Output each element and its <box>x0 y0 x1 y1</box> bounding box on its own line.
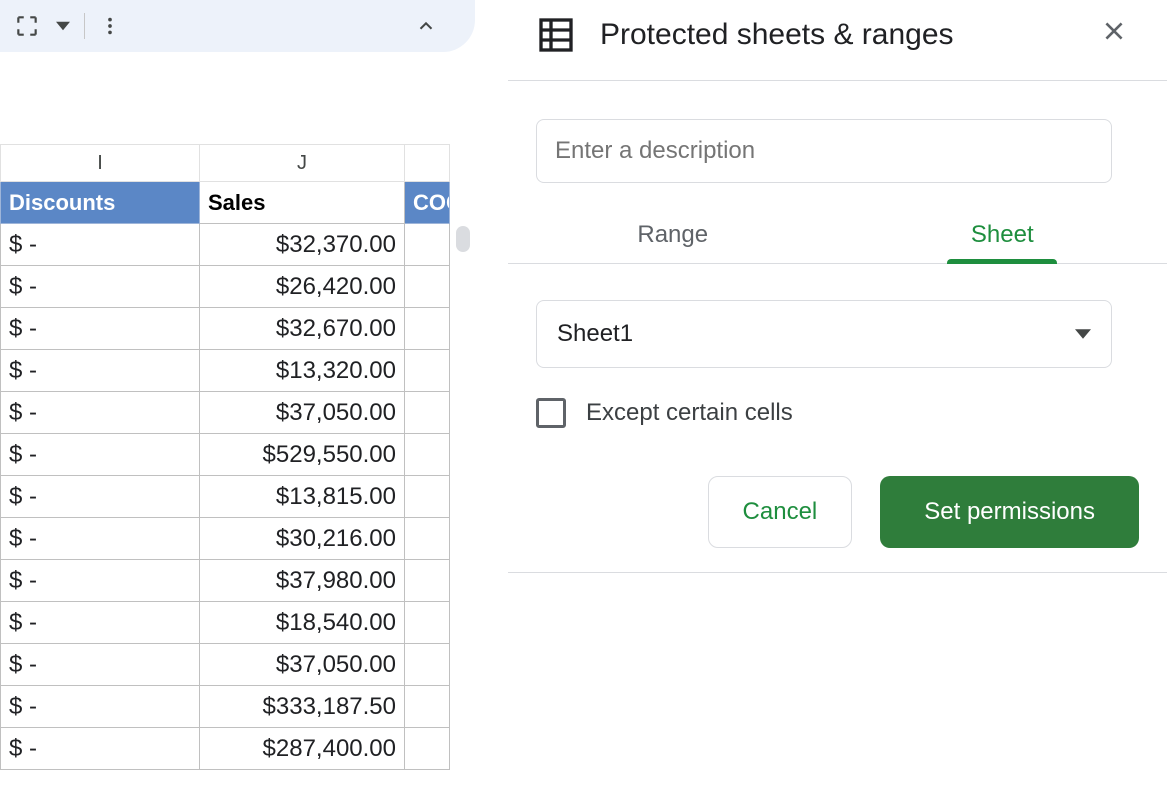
table-row: $ -$13,815.00 <box>0 476 470 518</box>
cell-cogs[interactable] <box>405 434 450 476</box>
header-cogs[interactable]: COGS <box>405 182 450 224</box>
close-icon <box>1101 18 1127 44</box>
column-letter-I[interactable]: I <box>0 144 200 182</box>
tab-range[interactable]: Range <box>508 221 838 263</box>
cell-cogs[interactable] <box>405 476 450 518</box>
cell-discounts[interactable]: $ - <box>0 560 200 602</box>
data-rows: $ -$32,370.00$ -$26,420.00$ -$32,670.00$… <box>0 224 470 770</box>
cell-cogs[interactable] <box>405 560 450 602</box>
cell-cogs[interactable] <box>405 686 450 728</box>
sheet-select-value: Sheet1 <box>557 320 633 348</box>
toolbar-button-more[interactable] <box>91 8 129 44</box>
table-row: $ -$37,050.00 <box>0 644 470 686</box>
table-row: $ -$37,980.00 <box>0 560 470 602</box>
cell-discounts[interactable]: $ - <box>0 266 200 308</box>
panel-header: Protected sheets & ranges <box>500 0 1175 70</box>
toolbar-button-collapse[interactable] <box>407 8 445 44</box>
cell-sales[interactable]: $287,400.00 <box>200 728 405 770</box>
cell-sales[interactable]: $529,550.00 <box>200 434 405 476</box>
panel-title: Protected sheets & ranges <box>600 18 1069 52</box>
cell-discounts[interactable]: $ - <box>0 224 200 266</box>
protected-sheets-panel: Protected sheets & ranges Range Sheet Sh… <box>500 0 1175 573</box>
divider <box>508 80 1167 81</box>
panel-close-button[interactable] <box>1093 10 1135 60</box>
cell-discounts[interactable]: $ - <box>0 686 200 728</box>
set-permissions-button[interactable]: Set permissions <box>880 476 1139 548</box>
cell-sales[interactable]: $32,670.00 <box>200 308 405 350</box>
cell-sales[interactable]: $333,187.50 <box>200 686 405 728</box>
cell-cogs[interactable] <box>405 728 450 770</box>
chevron-up-icon <box>415 15 437 37</box>
cancel-button[interactable]: Cancel <box>708 476 853 548</box>
header-discounts[interactable]: Discounts <box>0 182 200 224</box>
scrollbar-thumb[interactable] <box>456 226 470 252</box>
cell-discounts[interactable]: $ - <box>0 308 200 350</box>
cell-sales[interactable]: $37,050.00 <box>200 644 405 686</box>
column-letter-J[interactable]: J <box>200 144 405 182</box>
cell-discounts[interactable]: $ - <box>0 518 200 560</box>
panel-buttons: Cancel Set permissions <box>536 476 1139 548</box>
except-cells-row: Except certain cells <box>536 398 1139 428</box>
toolbar-button-expand[interactable] <box>6 8 48 44</box>
cell-cogs[interactable] <box>405 308 450 350</box>
toolbar-separator <box>84 13 85 39</box>
cell-discounts[interactable]: $ - <box>0 476 200 518</box>
table-row: $ -$287,400.00 <box>0 728 470 770</box>
column-letters-row: I J <box>0 144 470 182</box>
table-row: $ -$529,550.00 <box>0 434 470 476</box>
header-row: Discounts Sales COGS <box>0 182 470 224</box>
except-cells-label: Except certain cells <box>586 399 793 427</box>
cell-cogs[interactable] <box>405 350 450 392</box>
cell-sales[interactable]: $26,420.00 <box>200 266 405 308</box>
cell-discounts[interactable]: $ - <box>0 728 200 770</box>
cell-cogs[interactable] <box>405 266 450 308</box>
cell-sales[interactable]: $37,980.00 <box>200 560 405 602</box>
cell-sales[interactable]: $18,540.00 <box>200 602 405 644</box>
spreadsheet: I J Discounts Sales COGS $ -$32,370.00$ … <box>0 144 470 770</box>
cell-sales[interactable]: $30,216.00 <box>200 518 405 560</box>
column-letter-K[interactable] <box>405 144 450 182</box>
table-row: $ -$37,050.00 <box>0 392 470 434</box>
caret-down-icon <box>56 19 70 33</box>
except-cells-checkbox[interactable] <box>536 398 566 428</box>
cell-discounts[interactable]: $ - <box>0 350 200 392</box>
cell-discounts[interactable]: $ - <box>0 434 200 476</box>
sheet-select-dropdown[interactable]: Sheet1 <box>536 300 1112 368</box>
cell-discounts[interactable]: $ - <box>0 392 200 434</box>
caret-down-icon <box>1075 326 1091 342</box>
cell-cogs[interactable] <box>405 644 450 686</box>
table-row: $ -$32,670.00 <box>0 308 470 350</box>
cell-discounts[interactable]: $ - <box>0 644 200 686</box>
cell-cogs[interactable] <box>405 392 450 434</box>
sheets-icon <box>536 15 576 55</box>
table-row: $ -$13,320.00 <box>0 350 470 392</box>
cell-cogs[interactable] <box>405 518 450 560</box>
cell-cogs[interactable] <box>405 224 450 266</box>
more-vert-icon <box>99 15 121 37</box>
panel-tabs: Range Sheet <box>508 221 1167 264</box>
description-input[interactable] <box>536 119 1112 183</box>
tab-sheet[interactable]: Sheet <box>838 221 1168 263</box>
cell-sales[interactable]: $13,320.00 <box>200 350 405 392</box>
divider <box>508 572 1167 573</box>
toolbar <box>0 0 475 52</box>
cell-discounts[interactable]: $ - <box>0 602 200 644</box>
header-sales[interactable]: Sales <box>200 182 405 224</box>
table-row: $ -$30,216.00 <box>0 518 470 560</box>
table-row: $ -$32,370.00 <box>0 224 470 266</box>
table-row: $ -$333,187.50 <box>0 686 470 728</box>
cell-sales[interactable]: $32,370.00 <box>200 224 405 266</box>
cell-cogs[interactable] <box>405 602 450 644</box>
table-row: $ -$18,540.00 <box>0 602 470 644</box>
cell-sales[interactable]: $37,050.00 <box>200 392 405 434</box>
expand-icon <box>14 13 40 39</box>
table-row: $ -$26,420.00 <box>0 266 470 308</box>
cell-sales[interactable]: $13,815.00 <box>200 476 405 518</box>
toolbar-dropdown-arrow[interactable] <box>48 8 78 44</box>
